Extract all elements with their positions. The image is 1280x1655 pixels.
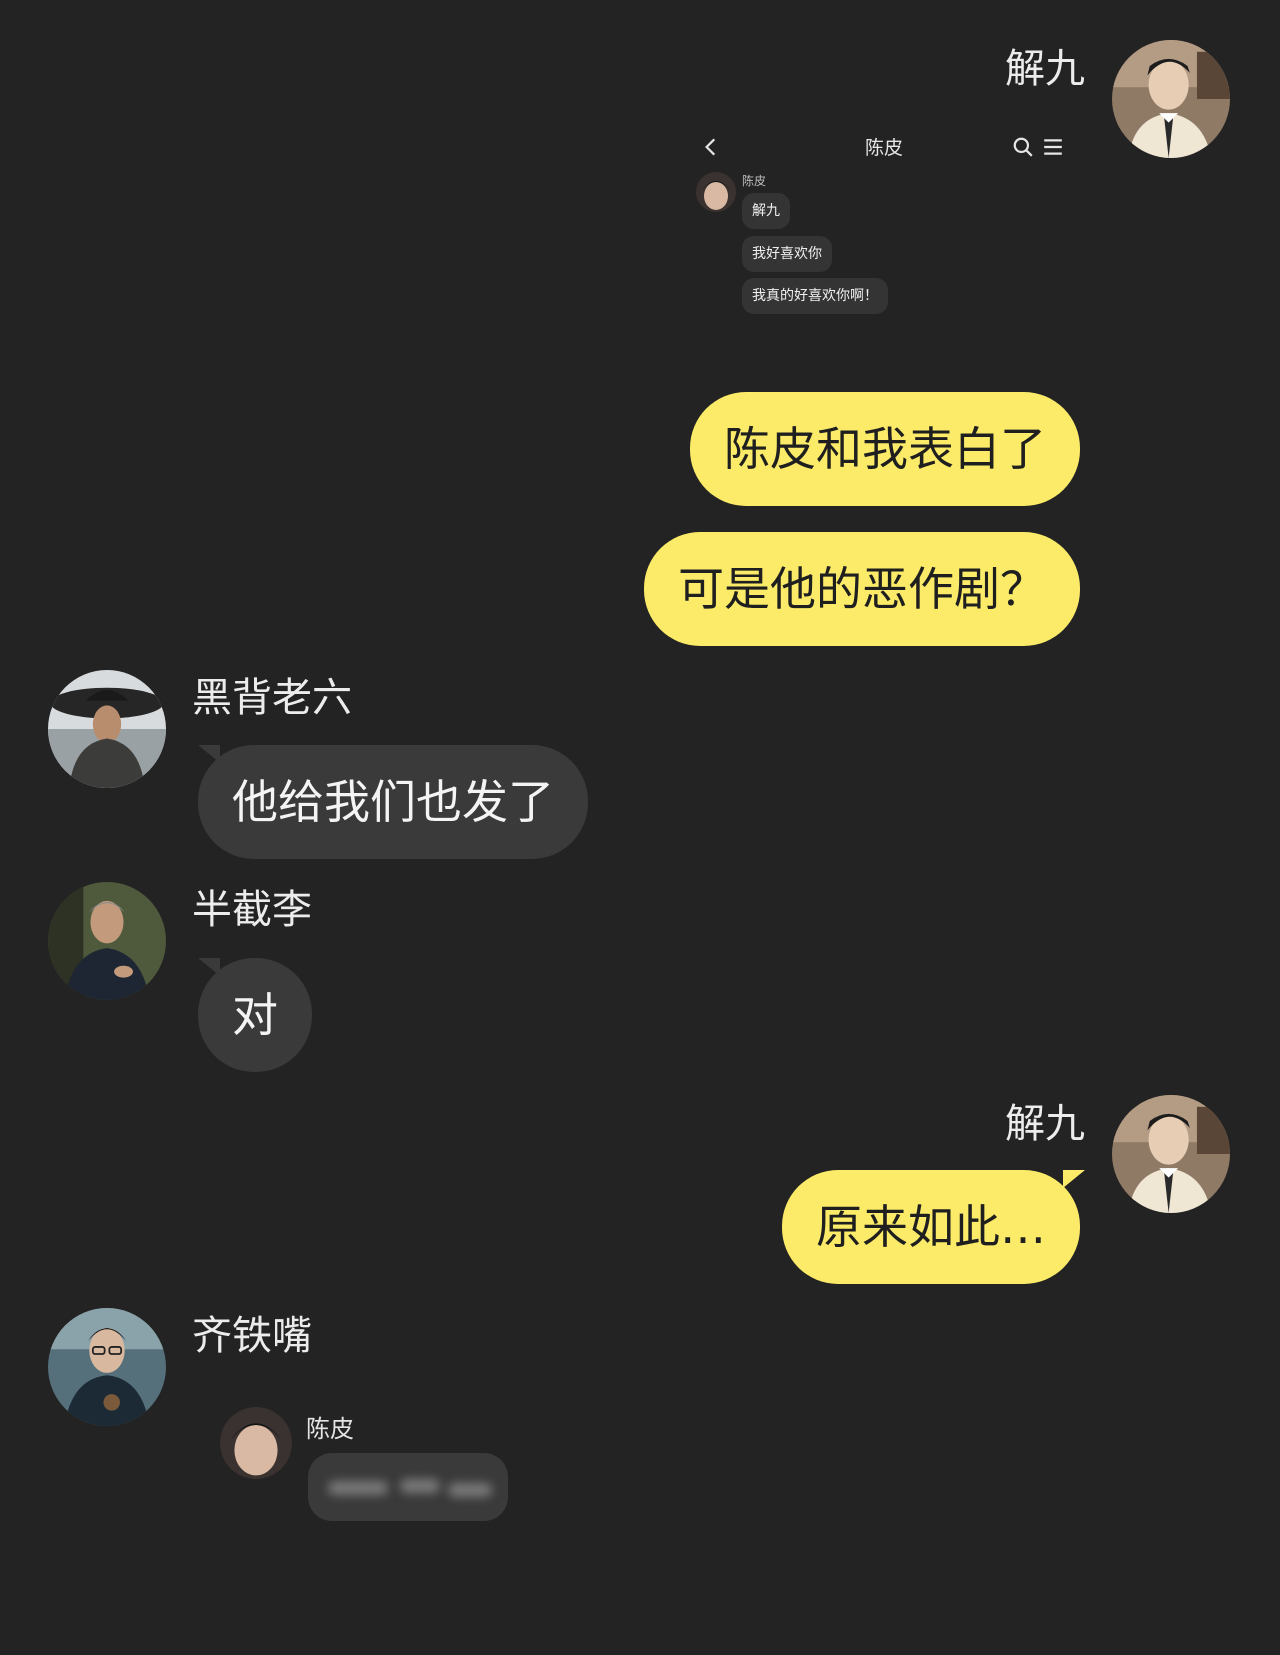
message-bubble[interactable]: 对 <box>198 958 312 1072</box>
avatar-heibeilaoliu[interactable] <box>48 670 166 788</box>
sender-name-xiejiu: 解九 <box>1005 1101 1085 1147</box>
person-portrait-icon <box>1112 40 1230 158</box>
forwarded-screenshot: 陈皮 陈皮 解九 我好喜欢你 我真的好喜欢你啊！ <box>690 128 1090 338</box>
search-icon <box>1013 137 1033 157</box>
embedded-message: 解九 <box>742 193 790 229</box>
embedded-sender-name: 陈皮 <box>306 1415 354 1443</box>
message-bubble[interactable]: 可是他的恶作剧？ <box>644 532 1080 646</box>
avatar-qitiezui[interactable] <box>48 1308 166 1426</box>
message-bubble[interactable]: 陈皮和我表白了 <box>690 392 1080 506</box>
sender-name-heibeilaoliu: 黑背老六 <box>192 675 352 721</box>
avatar-banjieli[interactable] <box>48 882 166 1000</box>
message-bubble[interactable]: 原来如此… <box>782 1170 1080 1284</box>
person-portrait-icon <box>48 882 166 1000</box>
sender-name-xiejiu: 解九 <box>1005 46 1085 92</box>
sender-name-banjieli: 半截李 <box>192 887 312 933</box>
person-portrait-icon <box>48 1308 166 1426</box>
menu-icon <box>1044 139 1062 155</box>
sender-name-qitiezui: 齐铁嘴 <box>192 1313 312 1359</box>
back-chevron-icon <box>705 138 716 156</box>
person-portrait-icon <box>48 670 166 788</box>
person-portrait-icon <box>1112 1095 1230 1213</box>
blurred-message-bubble <box>308 1453 508 1521</box>
forwarded-reply: 陈皮 <box>218 1405 518 1525</box>
embedded-avatar-chenpi <box>220 1407 292 1479</box>
embedded-message: 我好喜欢你 <box>742 236 832 272</box>
embedded-avatar-chenpi <box>696 172 736 212</box>
embedded-message: 我真的好喜欢你啊！ <box>742 278 888 314</box>
message-bubble[interactable]: 他给我们也发了 <box>198 745 588 859</box>
avatar-xiejiu[interactable] <box>1112 1095 1230 1213</box>
embedded-chat-title: 陈皮 <box>865 137 904 159</box>
embedded-sender-name: 陈皮 <box>742 174 767 188</box>
avatar-xiejiu[interactable] <box>1112 40 1230 158</box>
